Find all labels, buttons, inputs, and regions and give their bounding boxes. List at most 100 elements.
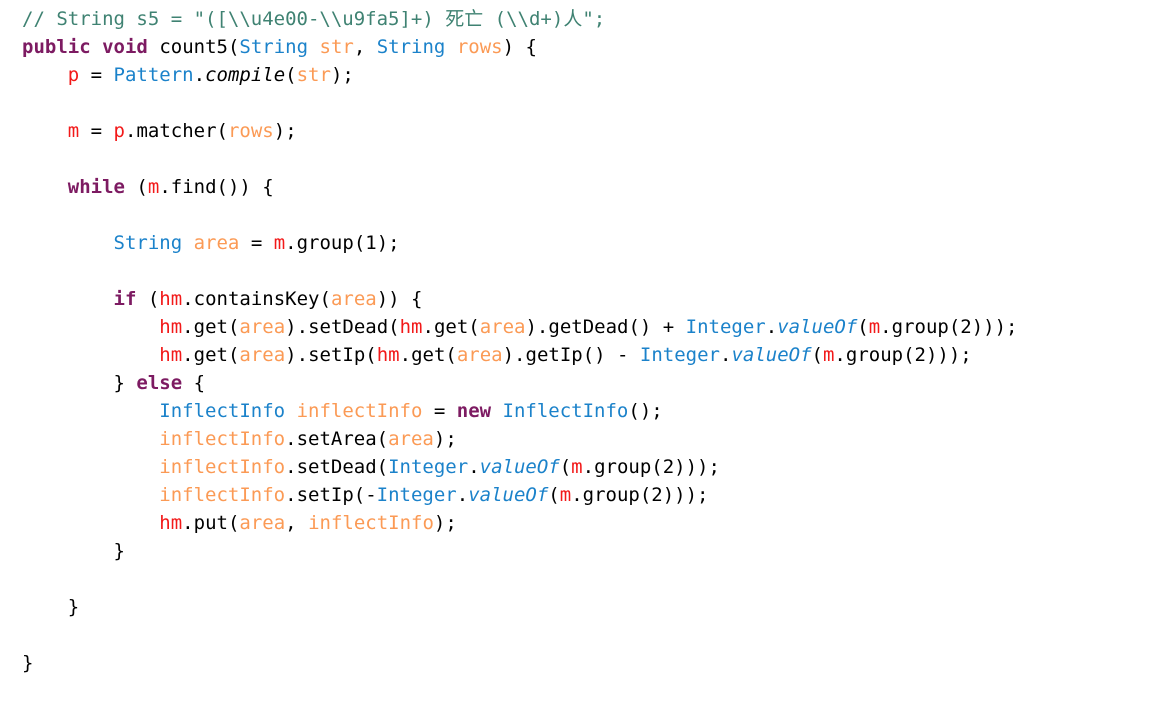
punct: . (582, 456, 595, 478)
code-line: inflectInfo.setIp(-Integer.valueOf(m.gro… (0, 481, 1165, 509)
punct: ) { (502, 36, 537, 58)
var-inflectInfo: inflectInfo (159, 428, 286, 450)
code-line: hm.get(area).setDead(hm.get(area).getDea… (0, 313, 1165, 341)
punct: . (456, 484, 469, 506)
punct: . (125, 120, 137, 142)
punct: ( (136, 288, 160, 310)
punct: ( (124, 176, 148, 198)
var-area: area (193, 232, 240, 254)
keyword-while: while (67, 176, 125, 198)
field-p: p (67, 64, 80, 86)
punct: ( (376, 456, 389, 478)
punct: ). (525, 316, 549, 338)
punct: ( (227, 36, 240, 58)
punct: ( (365, 344, 377, 366)
method-valueOf: valueOf (777, 316, 858, 338)
method-find: find (170, 176, 217, 198)
method-compile: compile (205, 64, 286, 86)
code-line: String area = m.group(1); (0, 229, 1165, 257)
code-line: m = p.matcher(rows); (0, 117, 1165, 145)
method-group: group (582, 484, 640, 506)
comment-token: // String s5 = "([\\u4e00-\\u9fa5]+) 死亡 … (22, 8, 606, 30)
code-line: } (0, 649, 1165, 677)
punct: ); (433, 428, 457, 450)
code-line: } (0, 537, 1165, 565)
punct: . (571, 484, 583, 506)
closing-brace: } (22, 652, 34, 674)
punct: . (182, 344, 194, 366)
method-setIp: setIp (296, 484, 354, 506)
keyword-else: else (136, 372, 183, 394)
type-String: String (376, 36, 446, 58)
punct: ( (811, 344, 823, 366)
punct: = (79, 64, 114, 86)
punct: . (422, 316, 434, 338)
var-inflectInfo: inflectInfo (159, 456, 286, 478)
punct: ( (445, 344, 457, 366)
method-group: group (594, 456, 652, 478)
punct: ( (548, 484, 560, 506)
method-group: group (296, 232, 354, 254)
var-area: area (239, 512, 286, 534)
param-str: str (296, 64, 331, 86)
punct: () + (628, 316, 686, 338)
code-line: } (0, 593, 1165, 621)
code-editor-surface: // String s5 = "([\\u4e00-\\u9fa5]+) 死亡 … (0, 5, 1165, 704)
punct: { (182, 372, 206, 394)
punct: . (880, 316, 892, 338)
closing-brace: } (22, 596, 80, 618)
param-rows: rows (227, 120, 274, 142)
field-m: m (559, 484, 572, 506)
punct: ( (227, 344, 240, 366)
punct: = (422, 400, 457, 422)
punct: (2))); (651, 456, 720, 478)
field-m: m (822, 344, 835, 366)
var-area: area (330, 288, 377, 310)
punct: )) { (376, 288, 423, 310)
code-line: // String s5 = "([\\u4e00-\\u9fa5]+) 死亡 … (0, 5, 1165, 33)
punct: ( (376, 428, 389, 450)
method-name-count5: count5 (159, 36, 228, 58)
punct: () - (582, 344, 640, 366)
method-put: put (193, 512, 228, 534)
code-line: inflectInfo.setArea(area); (0, 425, 1165, 453)
code-line: InflectInfo inflectInfo = new InflectInf… (0, 397, 1165, 425)
keyword-public: public (22, 36, 91, 58)
punct: (2))); (948, 316, 1018, 338)
punct: . (765, 316, 778, 338)
type-String: String (113, 232, 183, 254)
closing-brace: } (22, 540, 125, 562)
punct: ( (227, 316, 240, 338)
punct: ( (227, 512, 240, 534)
field-m: m (67, 120, 80, 142)
code-line: hm.put(area, inflectInfo); (0, 509, 1165, 537)
keyword-if: if (113, 288, 137, 310)
punct: ( (468, 316, 480, 338)
var-inflectInfo: inflectInfo (296, 400, 423, 422)
method-get: get (193, 344, 228, 366)
method-matcher: matcher (136, 120, 217, 142)
type-Integer: Integer (376, 484, 457, 506)
punct: } (113, 372, 137, 394)
var-area: area (388, 428, 434, 450)
field-m: m (868, 316, 881, 338)
field-m: m (571, 456, 583, 478)
keyword-void: void (102, 36, 148, 58)
